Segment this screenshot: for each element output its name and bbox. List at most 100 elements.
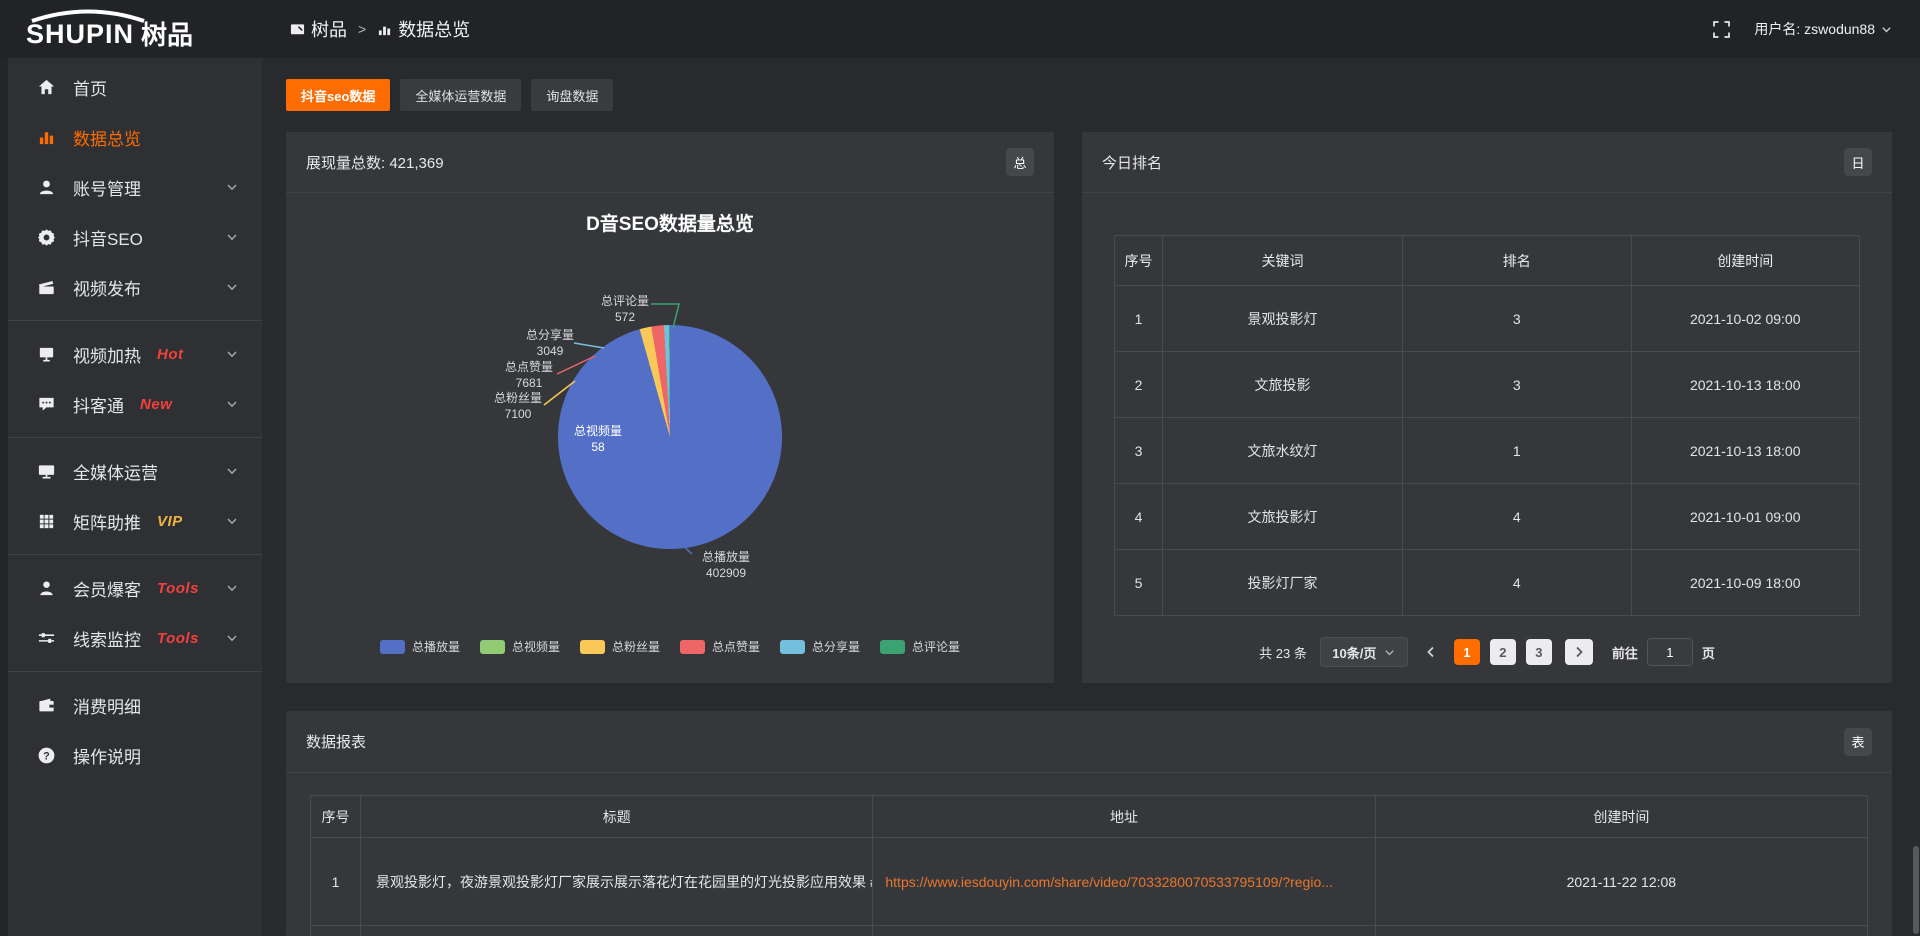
column-header: 关键词 [1163,236,1403,286]
legend-label: 总点赞量 [712,638,760,655]
sidebar-item-11[interactable]: 消费明细 [0,680,262,730]
table-cell-time: 2021-11-22 12:08 [1376,838,1868,926]
table-cell: 文旅水纹灯 [1163,418,1403,484]
page-button-2[interactable]: 2 [1490,639,1516,665]
sidebar-item-label: 矩阵助推 [73,509,141,534]
table-cell: 5 [1115,550,1163,616]
table-cell: 文旅投影灯 [1163,484,1403,550]
table-cell-link[interactable]: https://www.iesdouyin.com/share/video/70… [873,838,1375,926]
sidebar-item-1[interactable]: 数据总览 [0,112,262,162]
sidebar-item-4[interactable]: 视频发布 [0,262,262,312]
table-row: 1景观投影灯32021-10-02 09:00 [1115,286,1860,352]
wallet-icon [36,695,56,715]
sliders-icon [36,628,56,648]
legend-swatch [580,640,605,654]
sidebar-item-9[interactable]: 会员爆客Tools [0,563,262,613]
table-row-partial [311,926,1868,936]
gear-icon [36,227,56,247]
legend-item-4[interactable]: 总分享量 [780,638,860,655]
sidebar-item-label: 线索监控 [73,626,141,651]
sidebar-item-label: 首页 [73,75,107,100]
logo-text-cn: 树品 [141,22,193,48]
prev-page-button[interactable] [1421,646,1441,658]
legend-item-1[interactable]: 总视频量 [480,638,560,655]
fullscreen-icon[interactable] [1713,21,1730,38]
chevron-down-icon [226,231,238,243]
table-row: 5投影灯厂家42021-10-09 18:00 [1115,550,1860,616]
pie-label-plays: 总播放量402909 [702,549,750,581]
tab-1[interactable]: 全媒体运营数据 [400,79,521,111]
legend-item-5[interactable]: 总评论量 [880,638,960,655]
breadcrumb-root[interactable]: 树品 [290,16,347,42]
chevron-down-icon [226,582,238,594]
sidebar-item-label: 操作说明 [73,743,141,768]
page-button-1[interactable]: 1 [1454,639,1480,665]
ranking-badge[interactable]: 日 [1844,148,1872,176]
legend-swatch [680,640,705,654]
chevron-down-icon [226,181,238,193]
sidebar-item-label: 抖客通 [73,392,124,417]
legend-swatch [780,640,805,654]
grid-icon [36,511,56,531]
goto-label: 前往 [1612,643,1638,662]
table-cell: 2021-10-13 18:00 [1632,418,1861,484]
sidebar-item-8[interactable]: 矩阵助推 VIP [0,496,262,546]
question-icon: ? [36,745,56,765]
chevron-down-icon [226,398,238,410]
legend-swatch [380,640,405,654]
goto-suffix: 页 [1702,643,1715,662]
report-badge[interactable]: 表 [1844,728,1872,756]
tab-0[interactable]: 抖音seo数据 [286,79,390,111]
sidebar-item-7[interactable]: 全媒体运营 [0,446,262,496]
main-content: 抖音seo数据全媒体运营数据询盘数据 展现量总数: 421,369 总 D音SE… [262,58,1920,936]
sidebar-item-label: 消费明细 [73,693,141,718]
user-menu[interactable]: 用户名: zswodun88 [1754,19,1892,39]
tab-2[interactable]: 询盘数据 [531,79,613,111]
sidebar-item-badge: VIP [157,513,183,530]
scrollbar[interactable] [1912,58,1920,936]
sidebar-item-5[interactable]: 视频加热Hot [0,329,262,379]
monitor-icon [36,461,56,481]
column-header: 地址 [873,796,1375,838]
next-page-button[interactable] [1565,639,1593,665]
member-icon [36,578,56,598]
sidebar-item-3[interactable]: 抖音SEO [0,212,262,262]
chart-title: D音SEO数据量总览 [286,209,1054,236]
legend-item-0[interactable]: 总播放量 [380,638,460,655]
chevron-down-icon [226,465,238,477]
goto-page-input[interactable] [1647,638,1693,666]
overview-badge[interactable]: 总 [1006,148,1034,176]
pie-label-shares: 总分享量3049 [526,327,574,359]
logo: SHUPIN 树品 [0,11,262,48]
column-header: 排名 [1403,236,1632,286]
legend-item-3[interactable]: 总点赞量 [680,638,760,655]
sidebar-item-0[interactable]: 首页 [0,62,262,112]
ranking-table: 序号关键词排名创建时间1景观投影灯32021-10-02 09:002文旅投影3… [1114,235,1860,616]
sidebar-item-6[interactable]: 抖客通New [0,379,262,429]
pie-chart: D音SEO数据量总览 总评论量572 总分享量3049 [286,193,1054,682]
scrollbar-thumb[interactable] [1913,846,1919,934]
page-size-select[interactable]: 10条/页 [1320,637,1408,667]
legend-item-2[interactable]: 总粉丝量 [580,638,660,655]
chart-icon [36,127,56,147]
legend-label: 总分享量 [812,638,860,655]
ranking-title: 今日排名 [1102,152,1162,173]
chevron-down-icon [226,515,238,527]
sidebar-item-12[interactable]: ? 操作说明 [0,730,262,780]
table-cell: 景观投影灯 [1163,286,1403,352]
table-cell: 2 [1115,352,1163,418]
table-cell: 文旅投影 [1163,352,1403,418]
sidebar-item-10[interactable]: 线索监控Tools [0,613,262,663]
sidebar-item-2[interactable]: 账号管理 [0,162,262,212]
legend-label: 总视频量 [512,638,560,655]
bar-chart-icon [377,22,392,37]
table-cell-title: 景观投影灯，夜游景观投影灯厂家展示展示落花灯在花园里的灯光投影应用效果 # [361,838,873,926]
table-cell: 3 [1403,352,1632,418]
logo-arc [26,9,150,23]
user-icon [36,177,56,197]
chat-icon [36,394,56,414]
table-row: 2文旅投影32021-10-13 18:00 [1115,352,1860,418]
sidebar-divider [0,554,262,555]
column-header: 序号 [1115,236,1163,286]
page-button-3[interactable]: 3 [1526,639,1552,665]
